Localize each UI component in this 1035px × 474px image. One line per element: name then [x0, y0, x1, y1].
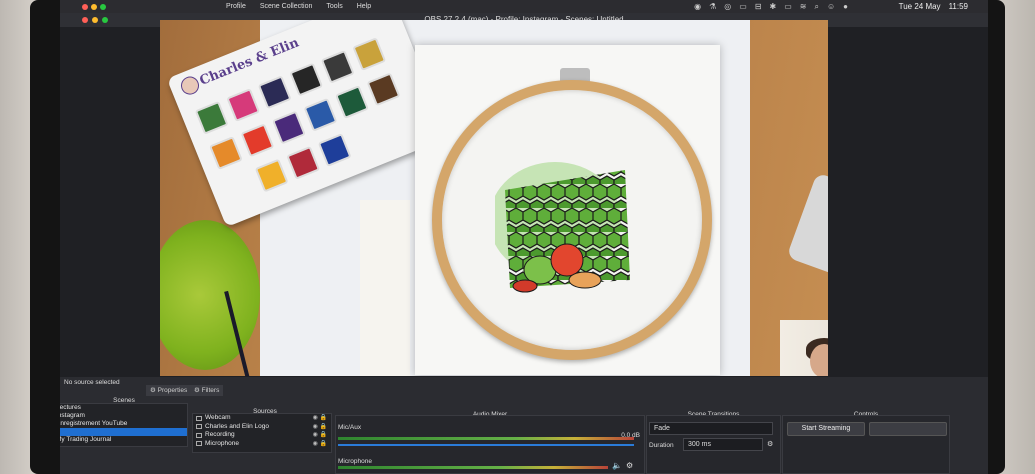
menubar-date: Tue 24 May [898, 2, 941, 11]
user-icon[interactable]: ☺ [827, 2, 835, 12]
mixer-channel-name: Microphone [338, 458, 372, 465]
source-item[interactable]: Charles and Elin Logo ◉ 🔒 [193, 423, 331, 432]
flask-icon[interactable]: ⚗ [709, 2, 716, 12]
sources-list: Webcam ◉ 🔒 Charles and Elin Logo ◉ 🔒 Rec… [192, 413, 332, 453]
window-controls [82, 17, 108, 23]
filters-tab-label: Filters [201, 387, 220, 394]
visibility-icon[interactable]: ◉ 🔒 [313, 440, 327, 449]
image-icon [196, 424, 202, 430]
webcam-overlay[interactable] [780, 320, 828, 376]
menubar-window-dots [82, 3, 106, 10]
mixer-channel-name: Mic/Aux [338, 424, 362, 431]
control-center-icon[interactable]: ⊟ [755, 2, 762, 12]
macos-menubar: Profile Scene Collection Tools Help ◉ ⚗ … [60, 0, 988, 13]
scene-transitions: Fade Duration 300 ms ⚙ [646, 415, 781, 474]
gear-icon[interactable]: ⚙ [767, 440, 773, 448]
menu-help[interactable]: Help [357, 3, 371, 10]
obs-tray-icon[interactable]: ◉ [694, 2, 701, 12]
paint-well [286, 145, 321, 180]
embroidery-artwork [495, 162, 630, 293]
paint-well [208, 136, 243, 170]
properties-tab-label: Properties [157, 387, 188, 394]
menubar-clock[interactable]: Tue 24 May 11:59 [899, 2, 968, 11]
close-dot-icon[interactable] [82, 3, 88, 10]
paint-well [317, 133, 352, 167]
speaker-icon[interactable]: 🔈 [612, 461, 622, 470]
paint-well [320, 49, 355, 84]
properties-tab[interactable]: ⚙ Properties [146, 385, 192, 396]
display-capture-icon [196, 432, 202, 438]
camera-icon [196, 415, 202, 421]
paint-well [194, 100, 229, 135]
paint-well [352, 37, 387, 72]
paint-well [335, 85, 369, 120]
transition-select[interactable]: Fade [649, 422, 773, 435]
webcam-person-face [810, 344, 828, 376]
scenes-list: Lectures Instagram Enregistrement YouTub… [60, 403, 188, 447]
laptop-screen: Profile Scene Collection Tools Help ◉ ⚗ … [60, 0, 988, 474]
paint-well [240, 123, 275, 158]
microphone-icon [196, 441, 202, 447]
source-label: Microphone [205, 439, 239, 447]
source-label: Recording [205, 431, 235, 438]
no-source-label: No source selected [64, 379, 120, 386]
filters-tab[interactable]: ⚙ Filters [190, 385, 224, 396]
start-recording-button[interactable] [869, 422, 947, 436]
filter-icon: ⚙ [194, 387, 200, 394]
scene-item[interactable]: My Trading Journal [60, 436, 187, 444]
visibility-icon[interactable]: ◉ 🔒 [313, 423, 327, 432]
menu-scene-collection[interactable]: Scene Collection [260, 3, 313, 10]
controls: Start Streaming [782, 415, 950, 474]
scene-item[interactable]: Instagram [60, 412, 187, 420]
status-icons: ◉ ⚗ ◎ ▭ ⊟ ✱ ▭ ≋ ⌕ ☺ ● [694, 2, 848, 12]
scene-item[interactable]: Enregistrement YouTube [60, 420, 187, 428]
paint-well [289, 62, 324, 97]
window-close-icon[interactable] [82, 17, 88, 23]
source-label: Webcam [205, 414, 231, 421]
gear-icon[interactable]: ⚙ [626, 461, 633, 470]
zoom-dot-icon[interactable] [100, 3, 106, 10]
source-label: Charles and Elin Logo [205, 422, 269, 430]
paper-strip [360, 200, 410, 376]
menu-tools[interactable]: Tools [326, 3, 342, 10]
menu-profile[interactable]: Profile [226, 3, 246, 10]
menubar-menu: Profile Scene Collection Tools Help [226, 3, 371, 10]
paint-well [226, 88, 261, 122]
scene-item-selected[interactable] [60, 428, 187, 436]
bluetooth-icon[interactable]: ✱ [770, 2, 777, 12]
audio-mixer: Mic/Aux 0.0 dB Microphone 🔈 ⚙ [335, 415, 645, 474]
audio-level-meter [338, 437, 634, 440]
duration-input[interactable]: 300 ms [683, 438, 763, 451]
obs-bottom-panel: No source selected ⚙ Properties ⚙ Filter… [60, 377, 988, 474]
battery-icon[interactable]: ▭ [784, 2, 792, 12]
volume-slider[interactable] [338, 444, 634, 446]
start-streaming-button[interactable]: Start Streaming [787, 422, 865, 436]
visibility-icon[interactable]: ◉ 🔒 [313, 431, 327, 440]
wifi-icon[interactable]: ≋ [800, 2, 807, 12]
search-icon[interactable]: ⌕ [815, 2, 819, 12]
paint-well [254, 158, 289, 193]
menubar-time: 11:59 [948, 2, 968, 11]
display-icon[interactable]: ▭ [739, 2, 747, 12]
duration-label: Duration [649, 442, 674, 449]
program-preview[interactable]: Charles & Elin [160, 20, 828, 376]
siri-icon[interactable]: ● [843, 2, 848, 12]
scene-item[interactable]: Lectures [60, 404, 187, 412]
paint-well [257, 75, 292, 110]
paint-well [272, 110, 306, 145]
source-item[interactable]: Webcam ◉ 🔒 [193, 414, 331, 423]
paint-well [303, 97, 338, 132]
gear-icon: ⚙ [150, 387, 156, 394]
paint-well [366, 72, 401, 107]
minimize-dot-icon[interactable] [91, 3, 97, 10]
window-minimize-icon[interactable] [92, 17, 98, 23]
source-item[interactable]: Microphone ◉ 🔒 [193, 440, 331, 449]
record-icon[interactable]: ◎ [724, 2, 731, 12]
visibility-icon[interactable]: ◉ 🔒 [313, 414, 327, 423]
window-zoom-icon[interactable] [102, 17, 108, 23]
source-item[interactable]: Recording ◉ 🔒 [193, 431, 331, 440]
audio-level-meter [338, 466, 608, 469]
